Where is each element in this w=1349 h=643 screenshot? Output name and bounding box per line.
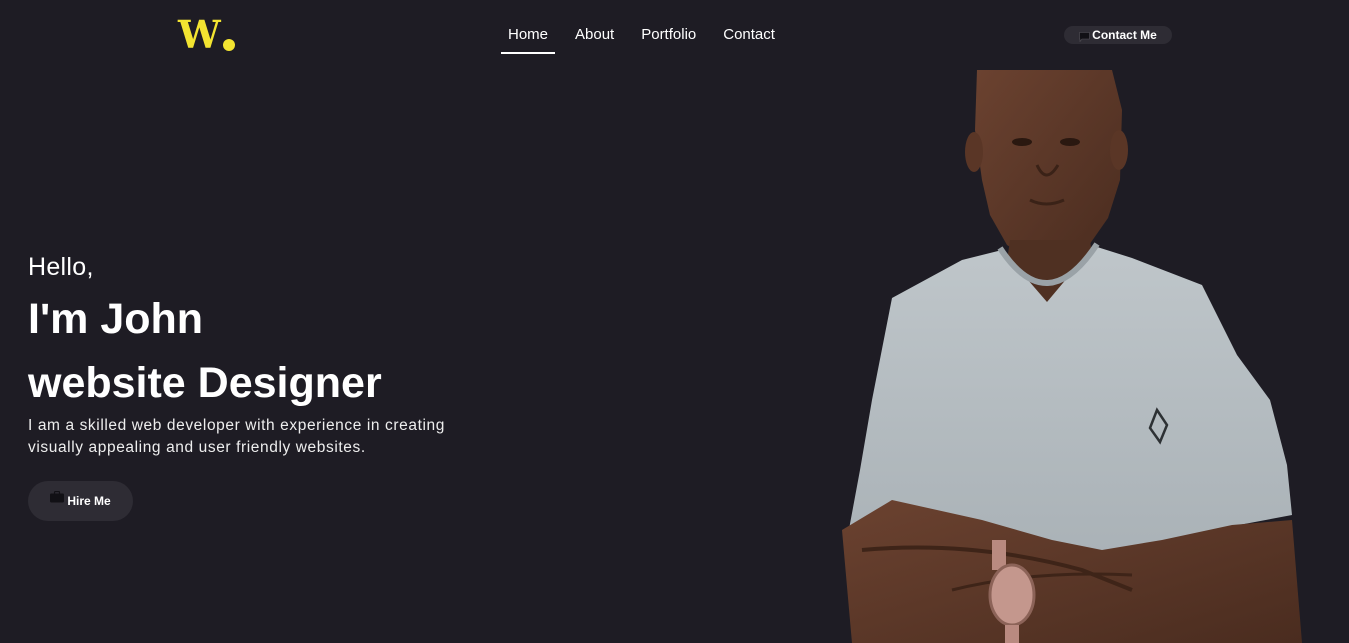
nav-home[interactable]: Home: [501, 25, 556, 54]
portrait-photo: [842, 70, 1302, 643]
logo-letter: W: [178, 12, 221, 57]
hero-description: I am a skilled web developer with experi…: [28, 417, 445, 456]
nav-portfolio[interactable]: Portfolio: [634, 25, 703, 52]
contact-me-button[interactable]: Contact Me: [1064, 26, 1172, 44]
nav-about[interactable]: About: [568, 25, 621, 52]
logo[interactable]: W: [178, 14, 235, 54]
main-nav: Home About Portfolio Contact: [501, 25, 795, 54]
contact-me-label: Contact Me: [1092, 28, 1157, 42]
chat-icon: [1079, 31, 1090, 42]
hero-name: I'm John: [28, 295, 204, 343]
briefcase-icon: [50, 490, 65, 503]
hero-role: website Designer: [28, 359, 382, 407]
nav-contact[interactable]: Contact: [716, 25, 782, 52]
hero-greeting: Hello,: [28, 253, 94, 281]
page: W Home About Portfolio Contact Contact M…: [0, 0, 1349, 643]
hire-me-label: Hire Me: [67, 494, 111, 508]
logo-dot: [222, 39, 235, 51]
hire-me-button[interactable]: Hire Me: [28, 481, 133, 521]
